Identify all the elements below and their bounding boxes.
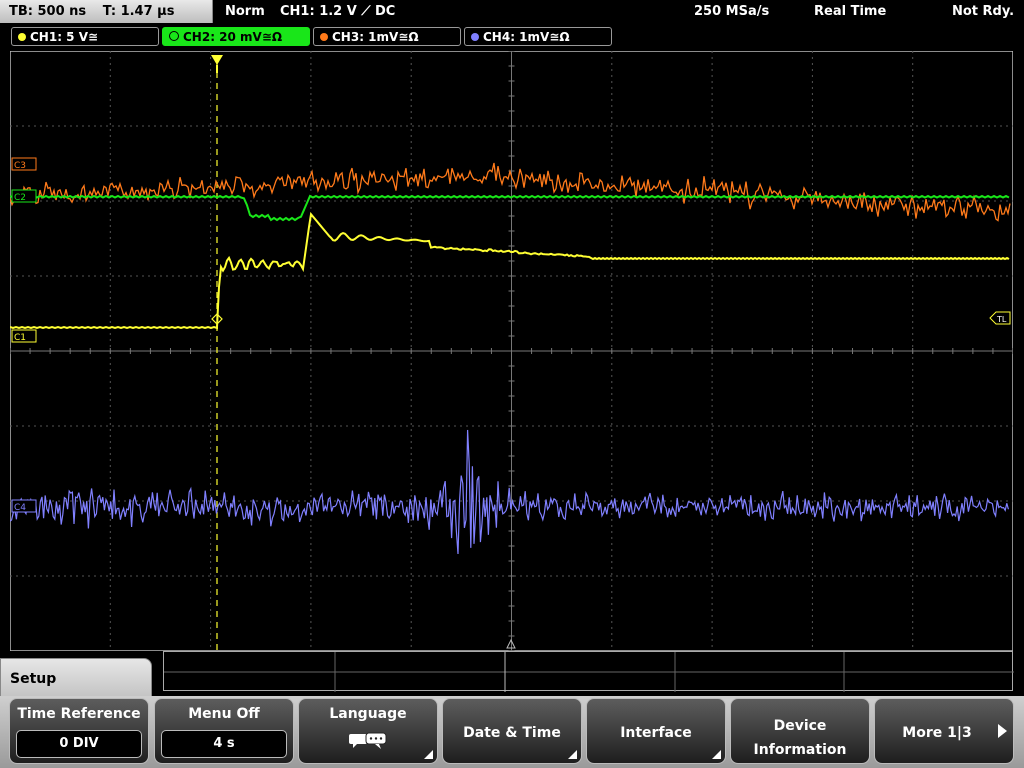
c4-marker-label: C4 <box>14 503 26 513</box>
c3-marker[interactable]: C3 <box>11 157 37 171</box>
trigger-mode[interactable]: Norm <box>225 0 265 24</box>
more-label: More 1|3 <box>902 725 972 741</box>
device-information-button[interactable]: Device Information <box>730 698 870 764</box>
menu-off-button[interactable]: Menu Off 4 s <box>154 698 294 764</box>
submenu-corner-icon <box>712 750 721 759</box>
c1-marker[interactable]: C1 <box>11 329 37 343</box>
ch4-color-icon <box>471 33 479 41</box>
c2-marker-label: C2 <box>14 193 26 203</box>
channel-tab-ch1[interactable]: CH1: 5 V≅ <box>11 27 159 46</box>
c2-marker[interactable]: C2 <box>11 189 37 203</box>
ch3-color-icon <box>320 33 328 41</box>
time-reference-button[interactable]: Time Reference 0 DIV <box>9 698 149 764</box>
channel-bar: CH1: 5 V≅ CH2: 20 mV≅Ω CH3: 1mV≅Ω CH4: 1… <box>0 27 1024 49</box>
waveform-display[interactable]: C3 C2 C1 C4 TL <box>10 51 1013 651</box>
menu-off-value: 4 s <box>161 730 287 758</box>
timebase-value: TB: 500 ns <box>9 4 87 19</box>
menu-off-label: Menu Off <box>188 706 260 722</box>
ch2-color-icon <box>169 31 179 41</box>
device-information-text: Device Information <box>731 714 869 762</box>
interface-button[interactable]: Interface <box>586 698 726 764</box>
c3-marker-label: C3 <box>14 161 26 171</box>
channel-tab-ch3[interactable]: CH3: 1mV≅Ω <box>313 27 461 46</box>
device-information-line2: Information <box>753 742 847 758</box>
c4-marker[interactable]: C4 <box>11 499 37 513</box>
language-label: Language <box>329 706 407 722</box>
ch2-label: CH2: 20 mV≅Ω <box>183 30 283 44</box>
time-reference-label: Time Reference <box>17 706 141 722</box>
status-bar: TB: 500 ns T: 1.47 µs Norm CH1: 1.2 V ⟋ … <box>0 0 1024 24</box>
c1-marker-label: C1 <box>14 333 26 343</box>
acquisition-mode: Real Time <box>814 4 887 19</box>
acquisition-state: Not Rdy. <box>952 4 1015 19</box>
trigger-setting[interactable]: CH1: 1.2 V ⟋ DC <box>280 0 395 24</box>
time-reference-value: 0 DIV <box>16 730 142 758</box>
language-button[interactable]: Language <box>298 698 438 764</box>
ch1-label: CH1: 5 V≅ <box>30 30 99 44</box>
softkey-bar: Time Reference 0 DIV Menu Off 4 s Langua… <box>0 696 1024 768</box>
chevron-right-icon <box>998 724 1007 738</box>
ch4-label: CH4: 1mV≅Ω <box>483 30 570 44</box>
ch3-label: CH3: 1mV≅Ω <box>332 30 419 44</box>
date-time-button[interactable]: Date & Time <box>442 698 582 764</box>
submenu-corner-icon <box>424 750 433 759</box>
device-information-line1: Device <box>773 718 827 734</box>
zoom-strip <box>163 651 1014 692</box>
menu-title-tab: Setup <box>0 658 152 698</box>
date-time-label: Date & Time <box>463 725 561 741</box>
channel-tab-ch4[interactable]: CH4: 1mV≅Ω <box>464 27 612 46</box>
interface-label: Interface <box>620 725 692 741</box>
channel-tab-ch2[interactable]: CH2: 20 mV≅Ω <box>162 27 310 46</box>
timebase-box[interactable]: TB: 500 ns T: 1.47 µs <box>0 0 213 23</box>
speech-bubbles-icon <box>349 732 387 749</box>
sample-rate: 250 MSa/s <box>694 4 770 19</box>
more-button[interactable]: More 1|3 <box>874 698 1014 764</box>
submenu-corner-icon <box>568 750 577 759</box>
trigger-level-label: TL <box>996 315 1007 324</box>
ch1-color-icon <box>18 33 26 41</box>
trigger-time-value: T: 1.47 µs <box>102 4 175 19</box>
